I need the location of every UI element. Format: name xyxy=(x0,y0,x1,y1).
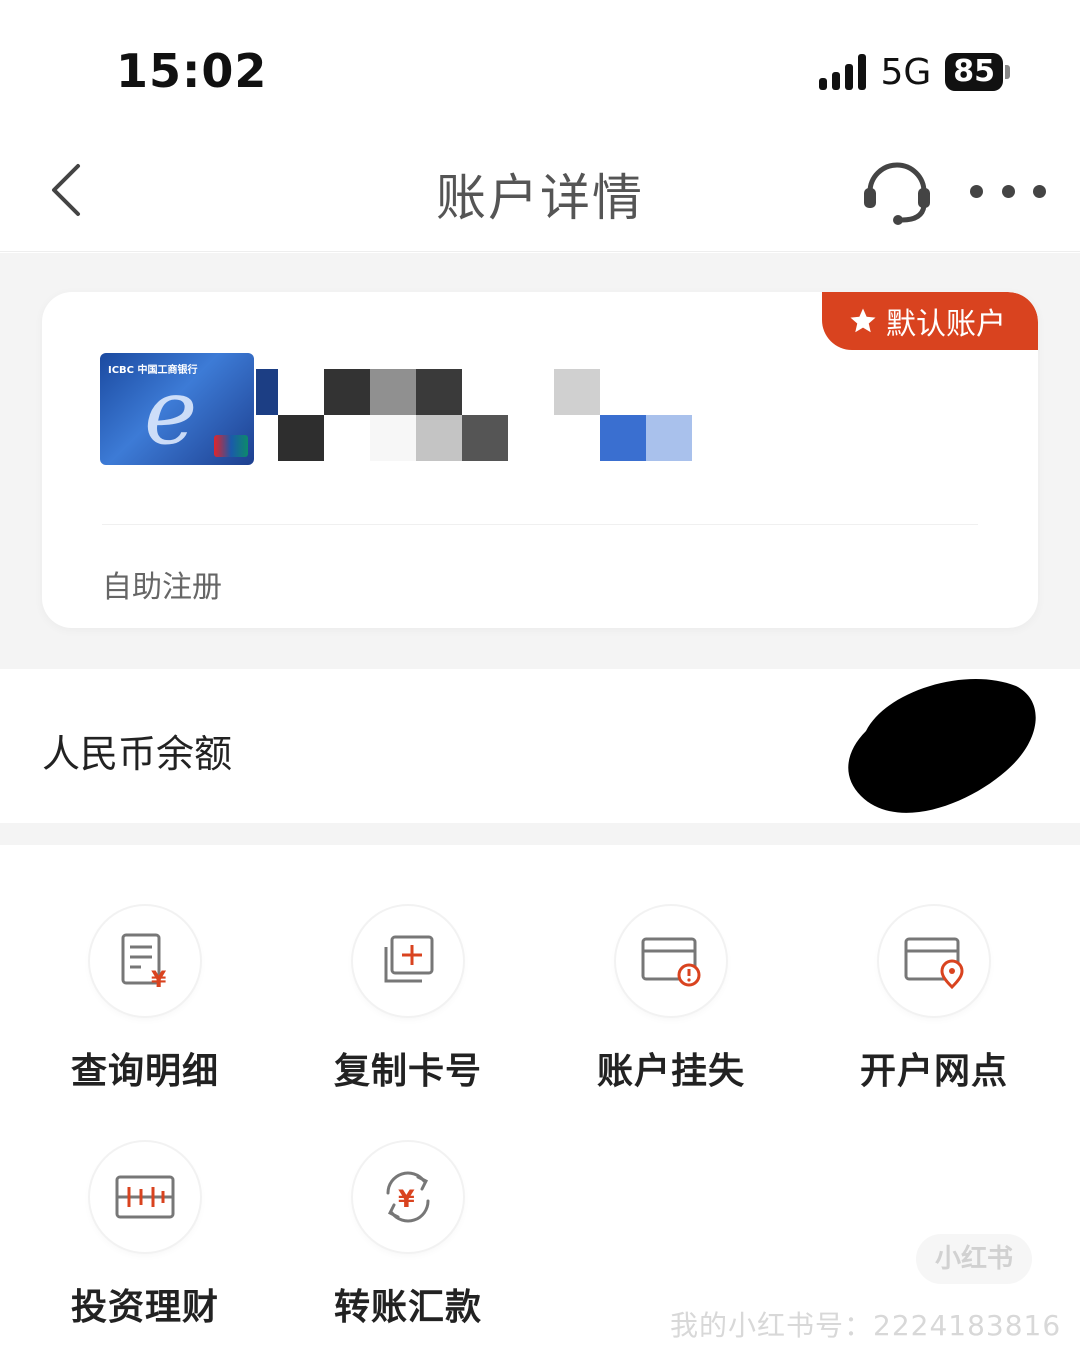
query-details-button[interactable]: ¥ 查询明细 xyxy=(45,906,245,1094)
default-account-badge: 默认账户 xyxy=(822,292,1038,350)
redacted-balance xyxy=(848,678,1036,813)
status-bar: 15:02 5G 85 xyxy=(0,0,1080,130)
more-dot xyxy=(1001,184,1015,198)
signal-icon xyxy=(819,54,867,90)
svg-text:¥: ¥ xyxy=(151,968,167,991)
status-indicators: 5G 85 xyxy=(819,51,1010,93)
network-type: 5G xyxy=(880,51,932,93)
star-icon xyxy=(850,308,876,333)
balance-label: 人民币余额 xyxy=(42,732,233,776)
copy-icon xyxy=(353,906,463,1016)
copy-card-number-button[interactable]: 复制卡号 xyxy=(308,906,508,1094)
investment-button[interactable]: 投资理财 xyxy=(45,1142,245,1330)
card-logo: e xyxy=(144,360,198,465)
svg-text:¥: ¥ xyxy=(398,1185,415,1213)
account-card[interactable]: 默认账户 ICBC 中国工商银行 e 自助注册 xyxy=(42,292,1038,628)
function-label: 账户挂失 xyxy=(596,1051,745,1092)
navigation-bar: 账户详情 xyxy=(0,130,1080,252)
more-dot xyxy=(1033,184,1046,198)
badge-label: 默认账户 xyxy=(886,307,1006,342)
section-divider xyxy=(0,823,1080,845)
function-label: 转账汇款 xyxy=(333,1287,482,1328)
watermark-logo: 小红书 xyxy=(916,1234,1032,1284)
more-dot xyxy=(970,184,983,198)
status-time: 15:02 xyxy=(116,44,268,98)
function-label: 投资理财 xyxy=(70,1287,219,1328)
customer-service-button[interactable] xyxy=(858,152,936,230)
statement-icon: ¥ xyxy=(90,906,200,1016)
unionpay-logo xyxy=(214,435,248,457)
registration-note: 自助注册 xyxy=(102,570,222,605)
watermark-text: 我的小红书号：2224183816 xyxy=(670,1309,1062,1342)
more-options-button[interactable] xyxy=(970,166,1046,216)
bank-card-image: ICBC 中国工商银行 e xyxy=(100,353,254,465)
battery-level: 85 xyxy=(945,53,1003,91)
battery-icon: 85 xyxy=(945,53,1010,91)
function-label: 开户网点 xyxy=(859,1051,1008,1092)
card-location-icon xyxy=(879,906,989,1016)
card-alert-icon xyxy=(616,906,726,1016)
transfer-button[interactable]: ¥ 转账汇款 xyxy=(308,1142,508,1330)
headset-icon xyxy=(864,162,930,225)
card-divider xyxy=(102,524,978,525)
report-loss-button[interactable]: 账户挂失 xyxy=(571,906,771,1094)
function-label: 复制卡号 xyxy=(333,1051,482,1092)
function-label: 查询明细 xyxy=(70,1051,219,1092)
balance-row[interactable]: 人民币余额 xyxy=(0,669,1080,823)
invest-icon xyxy=(90,1142,200,1252)
opening-branch-button[interactable]: 开户网点 xyxy=(834,906,1034,1094)
transfer-icon: ¥ xyxy=(353,1142,463,1252)
